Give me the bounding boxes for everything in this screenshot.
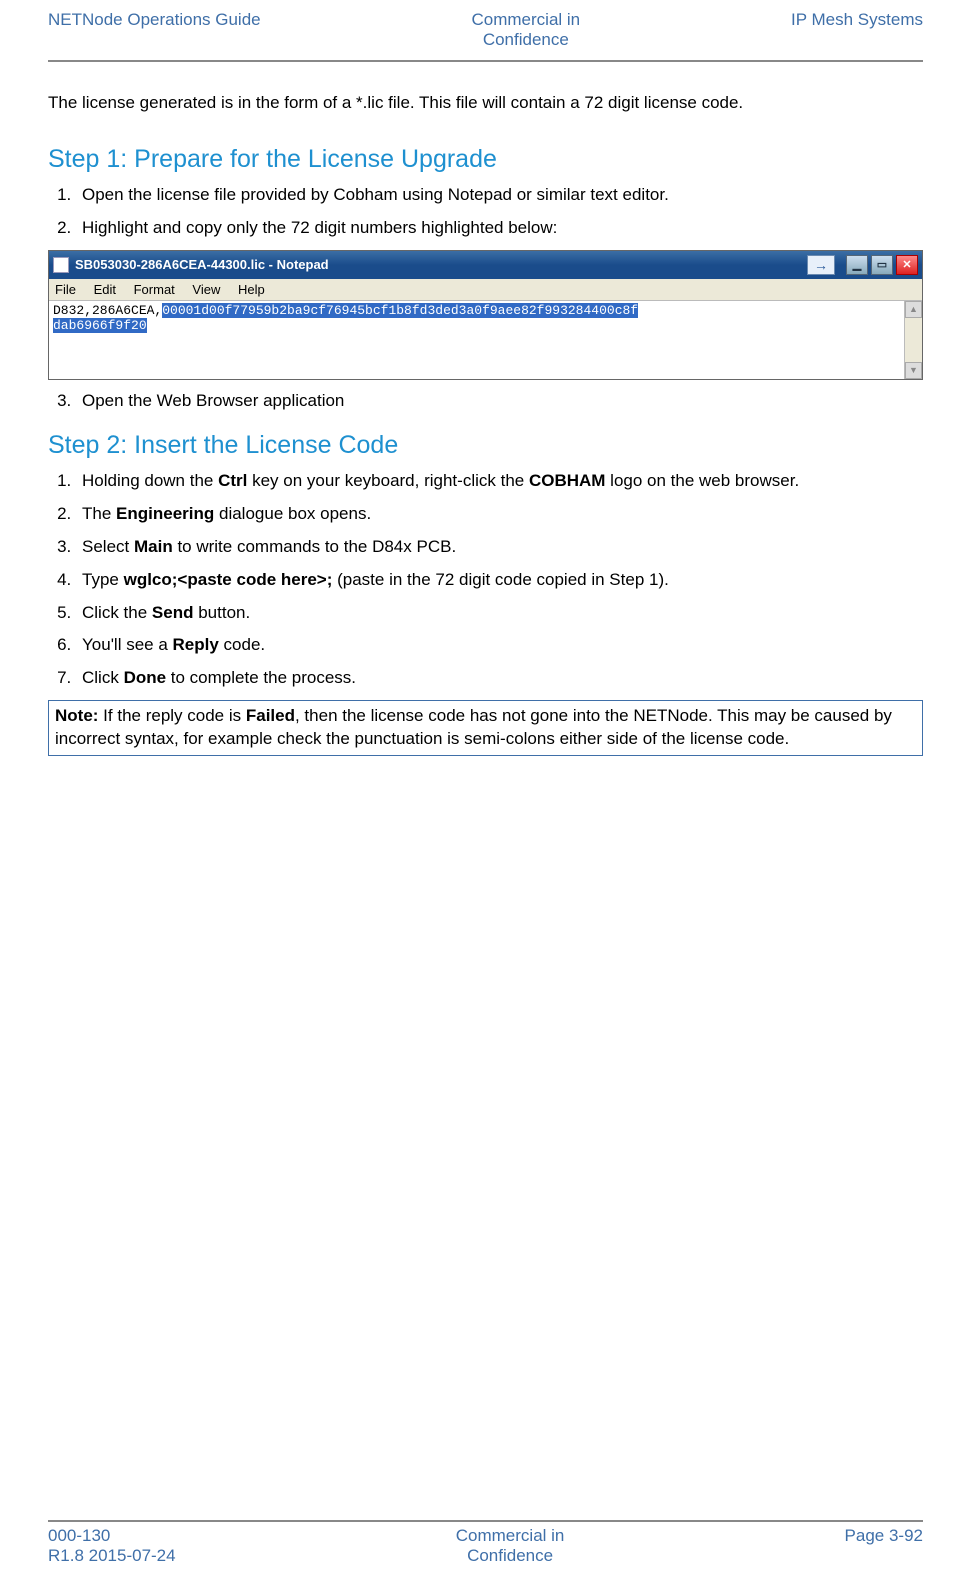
header-rule xyxy=(48,60,923,62)
footer-left: 000-130 R1.8 2015-07-24 xyxy=(48,1526,176,1566)
notepad-title: SB053030-286A6CEA-44300.lic - Notepad xyxy=(75,257,807,272)
step-1-heading: Step 1: Prepare for the License Upgrade xyxy=(48,145,923,174)
header-right: IP Mesh Systems xyxy=(791,10,923,50)
list-item: Holding down the Ctrl key on your keyboa… xyxy=(76,470,923,493)
footer-rule xyxy=(48,1520,923,1522)
list-item: Click Done to complete the process. xyxy=(76,667,923,690)
list-item: The Engineering dialogue box opens. xyxy=(76,503,923,526)
plain-text: D832,286A6CEA, xyxy=(53,303,162,318)
maximize-button[interactable]: ▭ xyxy=(871,255,893,275)
list-item: Highlight and copy only the 72 digit num… xyxy=(76,217,923,240)
list-item: Select Main to write commands to the D84… xyxy=(76,536,923,559)
minimize-button[interactable]: ▁ xyxy=(846,255,868,275)
page-footer: 000-130 R1.8 2015-07-24 Commercial in Co… xyxy=(48,1520,923,1566)
header-left: NETNode Operations Guide xyxy=(48,10,261,50)
menu-format[interactable]: Format xyxy=(134,282,175,297)
step-2-heading: Step 2: Insert the License Code xyxy=(48,431,923,460)
notepad-body: D832,286A6CEA,00001d00f77959b2ba9cf76945… xyxy=(49,301,922,379)
selected-text-line1: 00001d00f77959b2ba9cf76945bcf1b8fd3ded3a… xyxy=(162,303,638,318)
notepad-screenshot: SB053030-286A6CEA-44300.lic - Notepad → … xyxy=(48,250,923,380)
notepad-titlebar: SB053030-286A6CEA-44300.lic - Notepad → … xyxy=(49,251,922,279)
footer-center: Commercial in Confidence xyxy=(456,1526,565,1566)
vertical-scrollbar[interactable]: ▲ ▼ xyxy=(904,301,922,379)
list-item: You'll see a Reply code. xyxy=(76,634,923,657)
page-header: NETNode Operations Guide Commercial in C… xyxy=(48,10,923,56)
close-button[interactable]: ✕ xyxy=(896,255,918,275)
footer-right: Page 3-92 xyxy=(845,1526,923,1566)
notepad-file-icon xyxy=(53,257,69,273)
titlebar-buttons: → ▁ ▭ ✕ xyxy=(807,255,918,275)
menu-view[interactable]: View xyxy=(192,282,220,297)
menu-file[interactable]: File xyxy=(55,282,76,297)
list-item: Open the license file provided by Cobham… xyxy=(76,184,923,207)
menu-help[interactable]: Help xyxy=(238,282,265,297)
list-item: Type wglco;<paste code here>; (paste in … xyxy=(76,569,923,592)
step-1-list-cont: Open the Web Browser application xyxy=(48,390,923,413)
list-item: Click the Send button. xyxy=(76,602,923,625)
selected-text-line2: dab6966f9f20 xyxy=(53,318,147,333)
header-center: Commercial in Confidence xyxy=(472,10,581,50)
scroll-up-icon[interactable]: ▲ xyxy=(905,301,922,318)
intro-paragraph: The license generated is in the form of … xyxy=(48,92,923,115)
scroll-down-icon[interactable]: ▼ xyxy=(905,362,922,379)
forward-arrow-button[interactable]: → xyxy=(807,255,835,275)
list-item: Open the Web Browser application xyxy=(76,390,923,413)
notepad-textarea[interactable]: D832,286A6CEA,00001d00f77959b2ba9cf76945… xyxy=(49,301,904,379)
note-callout: Note: If the reply code is Failed, then … xyxy=(48,700,923,756)
menu-edit[interactable]: Edit xyxy=(94,282,116,297)
step-2-list: Holding down the Ctrl key on your keyboa… xyxy=(48,470,923,691)
step-1-list: Open the license file provided by Cobham… xyxy=(48,184,923,240)
notepad-menubar: File Edit Format View Help xyxy=(49,279,922,301)
note-label: Note: xyxy=(55,706,98,725)
